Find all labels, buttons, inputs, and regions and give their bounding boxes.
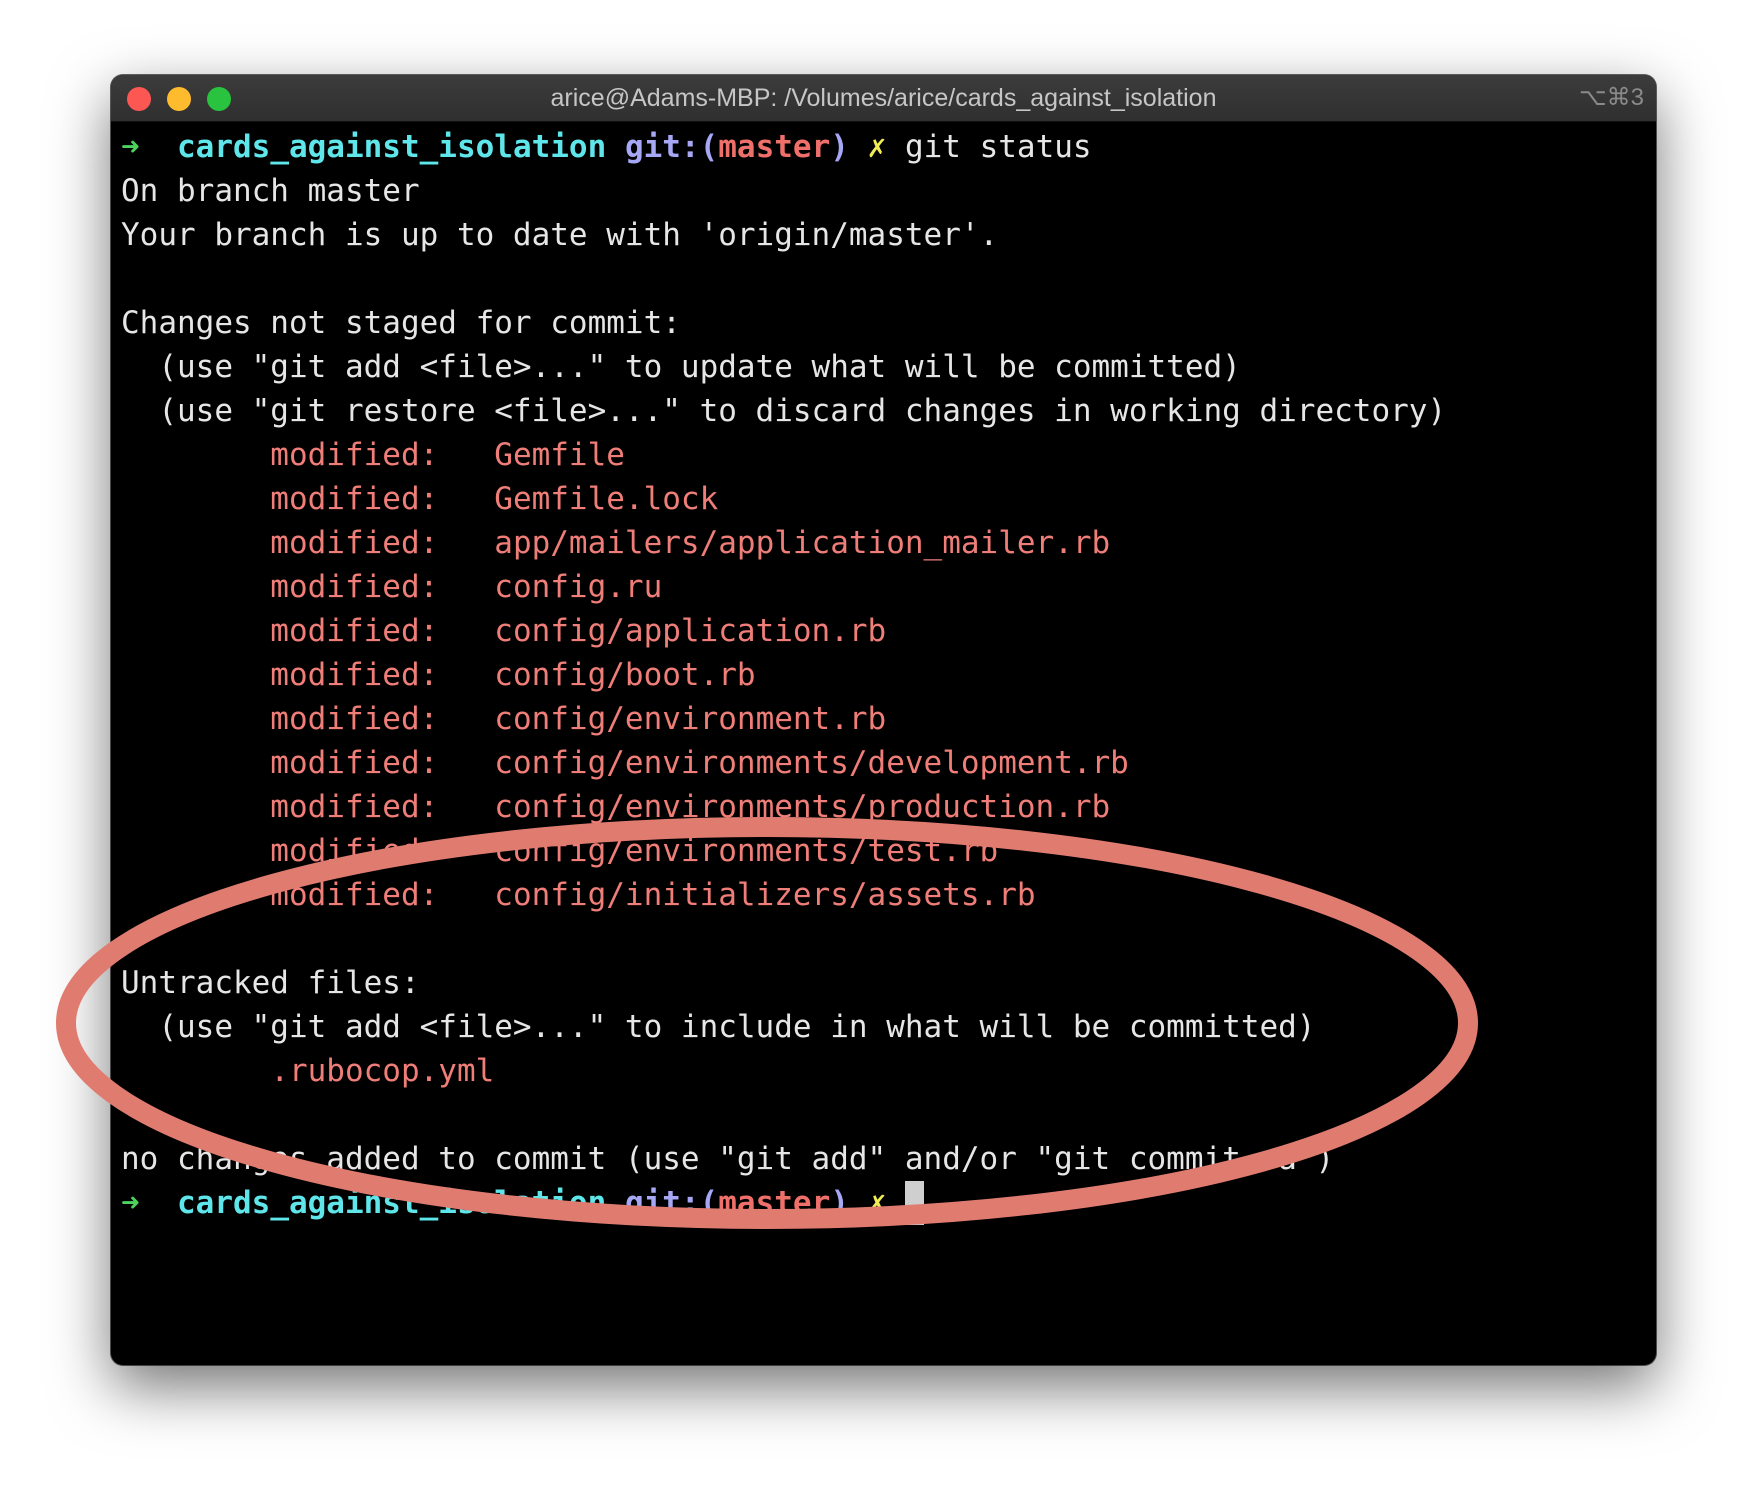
- annotation-ellipse-shape: [56, 817, 1478, 1229]
- annotation-ellipse: [56, 817, 1478, 1229]
